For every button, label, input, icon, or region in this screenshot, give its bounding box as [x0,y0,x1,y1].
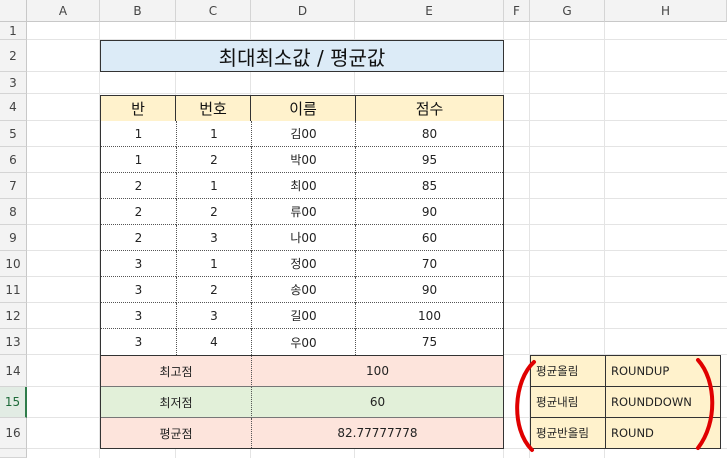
column-header-h[interactable]: H [605,0,727,22]
row-header-9[interactable]: 9 [0,225,27,251]
summary-value-min[interactable]: 60 [251,387,503,418]
header-score[interactable]: 점수 [355,95,504,122]
spreadsheet: A B C D E F G H 1 2 3 4 5 6 7 8 9 10 11 … [0,0,727,458]
cell-score[interactable]: 90 [355,199,503,225]
row-header-1[interactable]: 1 [0,22,27,40]
cell-class[interactable]: 2 [101,173,176,199]
cell-score[interactable]: 85 [355,173,503,199]
column-header-c[interactable]: C [176,0,251,22]
cell-class[interactable]: 1 [101,121,176,147]
row-header-17[interactable] [0,449,27,458]
cell-number[interactable]: 2 [176,277,251,303]
cell-class[interactable]: 3 [101,251,176,277]
row-header-14[interactable]: 14 [0,355,27,387]
cell-number[interactable]: 2 [176,147,251,173]
cell-number[interactable]: 3 [176,303,251,329]
cell-name[interactable]: 최00 [251,173,355,199]
cell-number[interactable]: 2 [176,199,251,225]
row-header-11[interactable]: 11 [0,277,27,303]
column-header-f[interactable]: F [504,0,530,22]
right-parenthesis-annotation [696,358,715,450]
cell-class[interactable]: 2 [101,225,176,251]
cell-score[interactable]: 70 [355,251,503,277]
row-header-15[interactable]: 15 [0,387,27,418]
cell-name[interactable]: 송00 [251,277,355,303]
cell-score[interactable]: 60 [355,225,503,251]
cell-score[interactable]: 80 [355,121,503,147]
row-header-10[interactable]: 10 [0,251,27,277]
row-header-13[interactable]: 13 [0,329,27,355]
row-header-8[interactable]: 8 [0,199,27,225]
cell-name[interactable]: 박00 [251,147,355,173]
function-label-round[interactable]: 평균반올림 [530,417,606,449]
row-header-4[interactable]: 4 [0,94,27,121]
header-name[interactable]: 이름 [250,95,356,122]
column-header-d[interactable]: D [251,0,355,22]
cell-score[interactable]: 100 [355,303,503,329]
cell-name[interactable]: 우00 [251,329,355,355]
gridline [27,93,727,94]
cell-number[interactable]: 1 [176,251,251,277]
cell-name[interactable]: 류00 [251,199,355,225]
header-number[interactable]: 번호 [175,95,251,122]
row-header-6[interactable]: 6 [0,147,27,173]
cell-number[interactable]: 4 [176,329,251,355]
cell-class[interactable]: 3 [101,303,176,329]
cell-score[interactable]: 75 [355,329,503,355]
function-label-rounddown[interactable]: 평균내림 [530,386,606,418]
cell-name[interactable]: 정00 [251,251,355,277]
column-header-b[interactable]: B [100,0,176,22]
summary-value-max[interactable]: 100 [251,356,503,387]
cell-class[interactable]: 1 [101,147,176,173]
cell-score[interactable]: 90 [355,277,503,303]
cell-number[interactable]: 1 [176,121,251,147]
cell-name[interactable]: 김00 [251,121,355,147]
cell-class[interactable]: 3 [101,329,176,355]
left-parenthesis-annotation [515,360,536,452]
cell-number[interactable]: 3 [176,225,251,251]
summary-value-avg[interactable]: 82.77777778 [251,418,503,448]
row-header-5[interactable]: 5 [0,121,27,147]
row-header-2[interactable]: 2 [0,40,27,72]
header-class[interactable]: 반 [100,95,176,122]
column-header-a[interactable]: A [27,0,100,22]
row-header-16[interactable]: 16 [0,418,27,449]
row-header-12[interactable]: 12 [0,303,27,329]
summary-label-avg[interactable]: 평균점 [101,418,251,448]
cell-class[interactable]: 2 [101,199,176,225]
summary-label-min[interactable]: 최저점 [101,387,251,418]
cell-name[interactable]: 나00 [251,225,355,251]
cell-number[interactable]: 1 [176,173,251,199]
select-all-corner[interactable] [0,0,27,22]
row-header-3[interactable]: 3 [0,72,27,94]
row-header-7[interactable]: 7 [0,173,27,199]
cell-name[interactable]: 길00 [251,303,355,329]
summary-label-max[interactable]: 최고점 [101,356,251,387]
cell-class[interactable]: 3 [101,277,176,303]
cell-score[interactable]: 95 [355,147,503,173]
column-header-e[interactable]: E [355,0,504,22]
sheet-title[interactable]: 최대최소값 / 평균값 [100,40,504,72]
column-header-g[interactable]: G [530,0,605,22]
function-label-roundup[interactable]: 평균올림 [530,355,606,387]
